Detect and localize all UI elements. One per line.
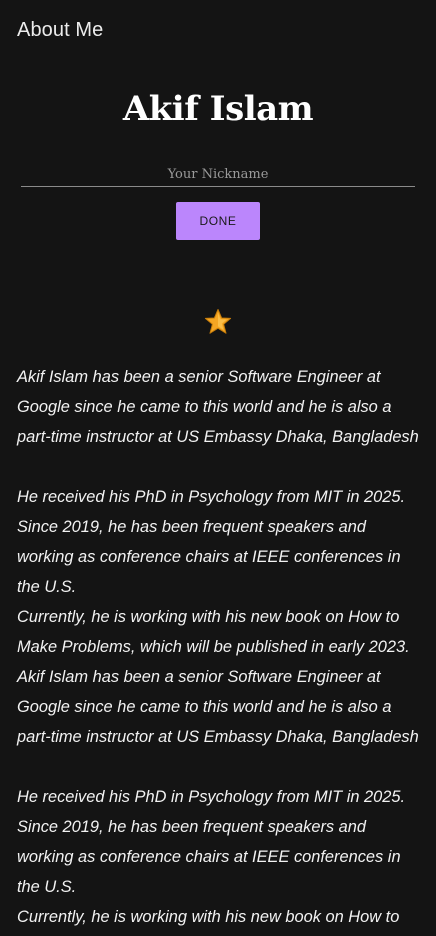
page-title: About Me — [17, 19, 104, 41]
profile-name: Akif Islam — [122, 89, 314, 129]
nickname-input[interactable] — [21, 162, 415, 187]
app-bar: About Me — [0, 0, 436, 60]
bio-text: Akif Islam has been a senior Software En… — [17, 368, 419, 926]
star-icon — [204, 309, 232, 334]
done-button[interactable]: DONE — [176, 202, 260, 240]
